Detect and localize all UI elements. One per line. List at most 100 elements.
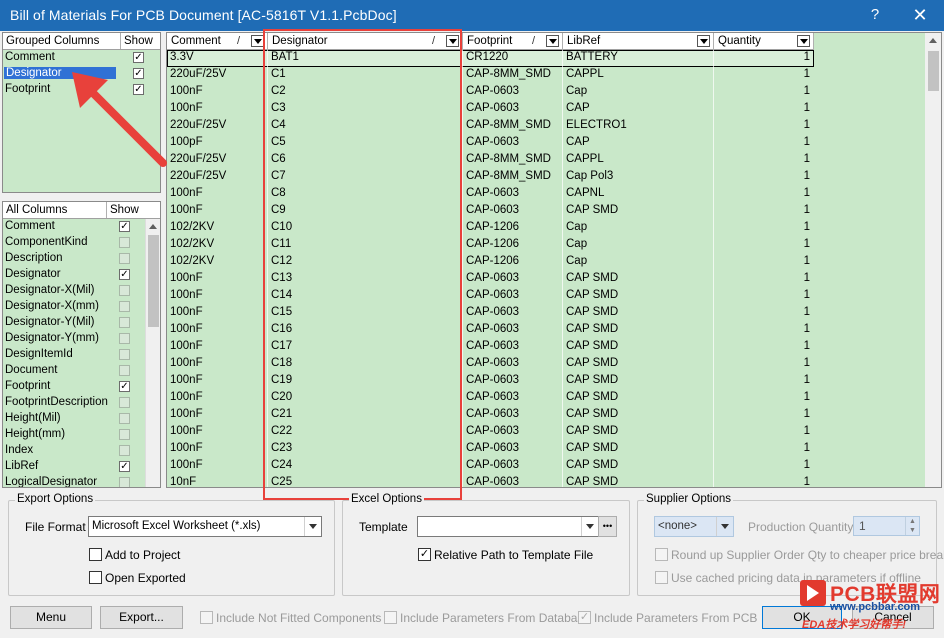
chevron-down-icon[interactable] bbox=[304, 517, 321, 536]
show-checkbox[interactable] bbox=[119, 301, 130, 312]
filter-dropdown-icon[interactable] bbox=[446, 35, 459, 47]
production-qty-stepper[interactable]: 1 ▲ ▼ bbox=[853, 516, 920, 536]
column-item[interactable]: Designator-Y(mm) bbox=[3, 331, 160, 347]
column-header-designator[interactable]: Designator / bbox=[268, 33, 463, 50]
table-row[interactable]: 100nF C2 CAP-0603 Cap 1 bbox=[167, 84, 814, 101]
export-button[interactable]: Export... bbox=[100, 606, 183, 629]
table-row[interactable]: 100nF C14 CAP-0603 CAP SMD 1 bbox=[167, 288, 814, 305]
column-item[interactable]: Description bbox=[3, 251, 160, 267]
column-item[interactable]: LogicalDesignator bbox=[3, 475, 160, 487]
show-checkbox[interactable]: ✓ bbox=[119, 461, 130, 472]
table-row[interactable]: 220uF/25V C6 CAP-8MM_SMD CAPPL 1 bbox=[167, 152, 814, 169]
table-row[interactable]: 100nF C9 CAP-0603 CAP SMD 1 bbox=[167, 203, 814, 220]
filter-dropdown-icon[interactable] bbox=[546, 35, 559, 47]
cached-pricing-checkbox[interactable] bbox=[655, 571, 668, 584]
show-checkbox[interactable]: ✓ bbox=[119, 221, 130, 232]
ok-button[interactable]: OK bbox=[762, 606, 842, 629]
column-item[interactable]: DesignItemId bbox=[3, 347, 160, 363]
show-checkbox[interactable] bbox=[119, 237, 130, 248]
column-item[interactable]: Comment ✓ bbox=[3, 50, 160, 66]
table-row[interactable]: 100nF C19 CAP-0603 CAP SMD 1 bbox=[167, 373, 814, 390]
show-checkbox[interactable] bbox=[119, 477, 130, 487]
table-row[interactable]: 100nF C13 CAP-0603 CAP SMD 1 bbox=[167, 271, 814, 288]
table-row[interactable]: 100nF C23 CAP-0603 CAP SMD 1 bbox=[167, 441, 814, 458]
show-checkbox[interactable] bbox=[119, 333, 130, 344]
table-row[interactable]: 100nF C22 CAP-0603 CAP SMD 1 bbox=[167, 424, 814, 441]
column-item[interactable]: Document bbox=[3, 363, 160, 379]
column-item[interactable]: Footprint ✓ bbox=[3, 379, 160, 395]
show-checkbox[interactable]: ✓ bbox=[119, 269, 130, 280]
column-item[interactable]: Designator ✓ bbox=[3, 66, 160, 82]
show-checkbox[interactable]: ✓ bbox=[133, 68, 144, 79]
column-item[interactable]: Height(mm) bbox=[3, 427, 160, 443]
chevron-down-icon[interactable] bbox=[716, 517, 733, 536]
relative-path-checkbox[interactable]: ✓ bbox=[418, 548, 431, 561]
table-row[interactable]: 100nF C8 CAP-0603 CAPNL 1 bbox=[167, 186, 814, 203]
column-item[interactable]: ComponentKind bbox=[3, 235, 160, 251]
table-row[interactable]: 100nF C17 CAP-0603 CAP SMD 1 bbox=[167, 339, 814, 356]
all-columns-scrollbar[interactable] bbox=[145, 219, 160, 487]
column-header-comment[interactable]: Comment / bbox=[167, 33, 268, 50]
column-header-footprint[interactable]: Footprint / bbox=[463, 33, 563, 50]
table-row[interactable]: 102/2KV C11 CAP-1206 Cap 1 bbox=[167, 237, 814, 254]
column-header-quantity[interactable]: Quantity bbox=[714, 33, 814, 50]
params-pcb-checkbox[interactable]: ✓ bbox=[578, 611, 591, 624]
show-checkbox[interactable] bbox=[119, 429, 130, 440]
chevron-down-icon[interactable] bbox=[581, 517, 598, 536]
column-item[interactable]: Height(Mil) bbox=[3, 411, 160, 427]
params-db-checkbox[interactable] bbox=[384, 611, 397, 624]
show-checkbox[interactable] bbox=[119, 397, 130, 408]
scroll-up-icon[interactable] bbox=[929, 38, 937, 43]
table-row[interactable]: 100nF C15 CAP-0603 CAP SMD 1 bbox=[167, 305, 814, 322]
filter-dropdown-icon[interactable] bbox=[697, 35, 710, 47]
show-checkbox[interactable]: ✓ bbox=[133, 84, 144, 95]
grid-scrollbar[interactable] bbox=[925, 33, 941, 487]
close-icon[interactable]: ✕ bbox=[903, 3, 937, 27]
file-format-select[interactable]: Microsoft Excel Worksheet (*.xls) bbox=[88, 516, 322, 537]
column-item[interactable]: Index bbox=[3, 443, 160, 459]
column-item[interactable]: FootprintDescription bbox=[3, 395, 160, 411]
table-row[interactable]: 220uF/25V C7 CAP-8MM_SMD Cap Pol3 1 bbox=[167, 169, 814, 186]
show-checkbox[interactable] bbox=[119, 285, 130, 296]
show-checkbox[interactable] bbox=[119, 349, 130, 360]
round-up-checkbox[interactable] bbox=[655, 548, 668, 561]
help-button[interactable]: ? bbox=[858, 3, 892, 27]
column-item[interactable]: LibRef ✓ bbox=[3, 459, 160, 475]
show-checkbox[interactable] bbox=[119, 445, 130, 456]
table-row[interactable]: 100nF C21 CAP-0603 CAP SMD 1 bbox=[167, 407, 814, 424]
show-checkbox[interactable]: ✓ bbox=[119, 381, 130, 392]
filter-dropdown-icon[interactable] bbox=[251, 35, 264, 47]
column-item[interactable]: Designator-X(Mil) bbox=[3, 283, 160, 299]
table-row[interactable]: 10nF C25 CAP-0603 CAP SMD 1 bbox=[167, 475, 814, 487]
column-header-libref[interactable]: LibRef bbox=[563, 33, 714, 50]
menu-button[interactable]: Menu bbox=[10, 606, 92, 629]
column-item[interactable]: Designator-X(mm) bbox=[3, 299, 160, 315]
show-checkbox[interactable]: ✓ bbox=[133, 52, 144, 63]
scroll-up-icon[interactable] bbox=[149, 224, 157, 229]
cancel-button[interactable]: Cancel bbox=[852, 606, 934, 629]
filter-dropdown-icon[interactable] bbox=[797, 35, 810, 47]
table-row[interactable]: 220uF/25V C4 CAP-8MM_SMD ELECTRO1 1 bbox=[167, 118, 814, 135]
table-row[interactable]: 102/2KV C12 CAP-1206 Cap 1 bbox=[167, 254, 814, 271]
column-item[interactable]: Footprint ✓ bbox=[3, 82, 160, 98]
table-row[interactable]: 3.3V BAT1 CR1220 BATTERY 1 bbox=[167, 50, 814, 67]
scroll-thumb[interactable] bbox=[148, 235, 159, 327]
table-row[interactable]: 100nF C16 CAP-0603 CAP SMD 1 bbox=[167, 322, 814, 339]
table-row[interactable]: 100nF C20 CAP-0603 CAP SMD 1 bbox=[167, 390, 814, 407]
browse-template-button[interactable]: ••• bbox=[598, 516, 617, 537]
show-checkbox[interactable] bbox=[119, 365, 130, 376]
table-row[interactable]: 100nF C24 CAP-0603 CAP SMD 1 bbox=[167, 458, 814, 475]
show-checkbox[interactable] bbox=[119, 317, 130, 328]
column-item[interactable]: Comment ✓ bbox=[3, 219, 160, 235]
table-row[interactable]: 100nF C18 CAP-0603 CAP SMD 1 bbox=[167, 356, 814, 373]
show-checkbox[interactable] bbox=[119, 413, 130, 424]
template-select[interactable] bbox=[417, 516, 599, 537]
table-row[interactable]: 100nF C3 CAP-0603 CAP 1 bbox=[167, 101, 814, 118]
column-item[interactable]: Designator-Y(Mil) bbox=[3, 315, 160, 331]
column-item[interactable]: Designator ✓ bbox=[3, 267, 160, 283]
spinner-arrows-icon[interactable]: ▲ ▼ bbox=[905, 517, 919, 535]
table-row[interactable]: 220uF/25V C1 CAP-8MM_SMD CAPPL 1 bbox=[167, 67, 814, 84]
table-row[interactable]: 102/2KV C10 CAP-1206 Cap 1 bbox=[167, 220, 814, 237]
supplier-select[interactable]: <none> bbox=[654, 516, 734, 537]
open-exported-checkbox[interactable] bbox=[89, 571, 102, 584]
